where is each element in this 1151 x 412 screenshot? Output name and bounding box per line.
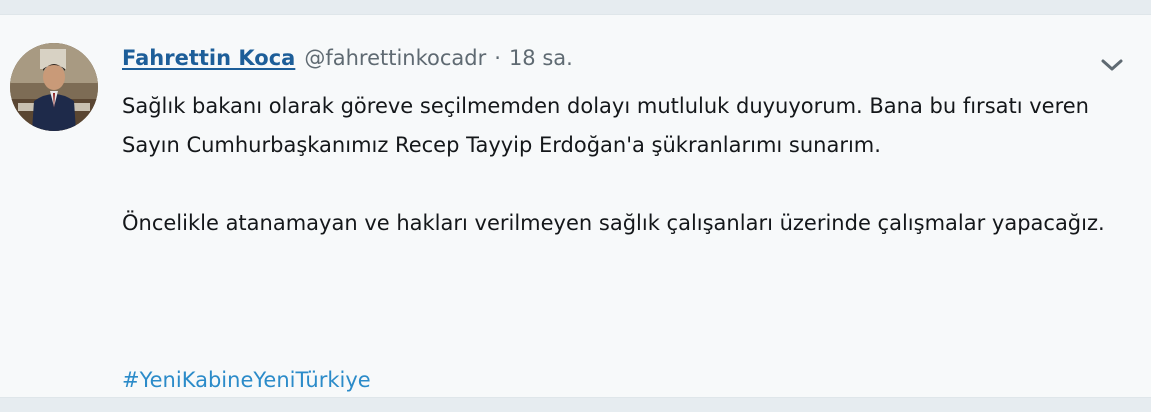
tweet-body: Sağlık bakanı olarak göreve seçilmemden … [122, 87, 1112, 243]
avatar[interactable] [10, 43, 98, 131]
tweet-paragraph-1: Sağlık bakanı olarak göreve seçilmemden … [122, 94, 1089, 157]
tweet-paragraph-2: Öncelikle atanamayan ve hakları verilmey… [122, 211, 1105, 235]
header-separator: · [494, 46, 501, 70]
author-handle[interactable]: @fahrettinkocadr [304, 42, 486, 74]
chevron-down-icon[interactable] [1098, 55, 1126, 75]
hashtag-link[interactable]: #YeniKabineYeniTürkiye [122, 364, 371, 396]
page: Fahrettin Koca @fahrettinkocadr · 18 sa.… [0, 0, 1151, 412]
tweet-timestamp[interactable]: 18 sa. [509, 42, 573, 74]
avatar-photo [10, 43, 98, 131]
tweet-card[interactable]: Fahrettin Koca @fahrettinkocadr · 18 sa.… [0, 14, 1151, 398]
author-display-name[interactable]: Fahrettin Koca [122, 42, 295, 74]
tweet-header: Fahrettin Koca @fahrettinkocadr · 18 sa. [122, 42, 573, 74]
